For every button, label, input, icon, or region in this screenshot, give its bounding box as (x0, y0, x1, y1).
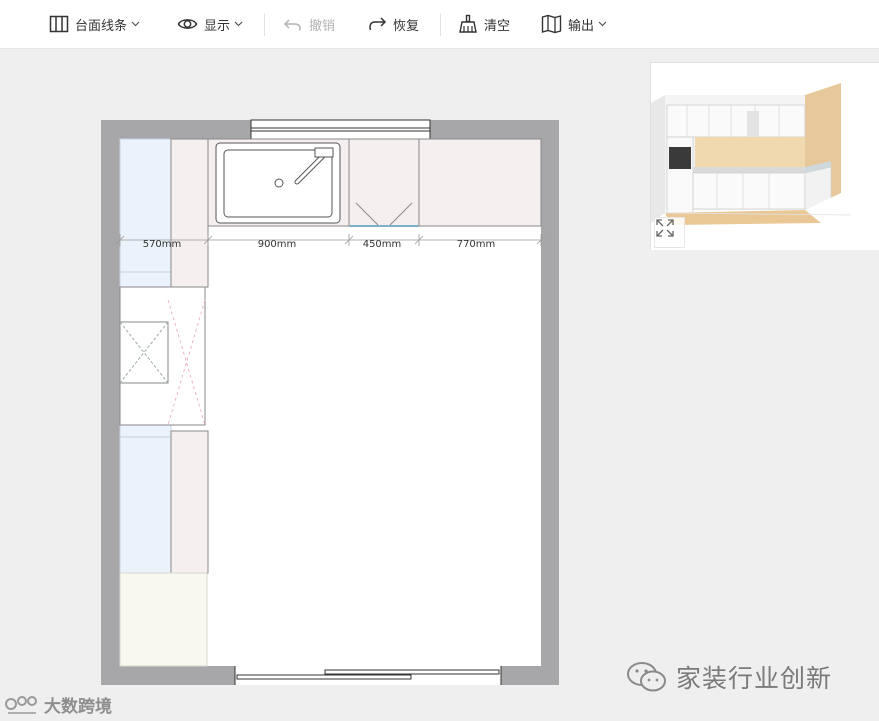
display-menu[interactable]: 显示 (177, 12, 243, 36)
undo-button[interactable]: 撤销 (283, 12, 335, 36)
wechat-watermark: 家装行业创新 (626, 658, 832, 696)
corner-cabinet[interactable] (119, 572, 208, 667)
toolbar-separator (264, 13, 265, 36)
sink[interactable] (215, 142, 341, 224)
redo-button[interactable]: 恢复 (367, 12, 419, 36)
broom-icon (459, 14, 477, 33)
watermark-left-text: 大数跨境 (44, 696, 112, 717)
door-bottom[interactable] (234, 666, 502, 685)
expand-preview-button[interactable] (654, 217, 685, 248)
dimension-label: 770mm (457, 239, 496, 250)
kitchen-design-app: 台面线条 显示 撤销 恢复 清空 输出 570mm 900mm 450mm 77… (0, 0, 879, 721)
undo-label: 撤销 (309, 18, 336, 34)
toolbar-separator (440, 13, 441, 36)
eye-icon (177, 19, 198, 29)
export-menu[interactable]: 输出 (541, 12, 607, 36)
chevron-down-icon (234, 21, 243, 27)
watermark-text: 家装行业创新 (676, 664, 833, 693)
clear-button[interactable]: 清空 (458, 12, 510, 36)
dimension-label: 450mm (363, 239, 402, 250)
dimension-label: 570mm (143, 239, 182, 250)
source-watermark: 大数跨境 (4, 690, 112, 718)
chevron-down-icon (131, 21, 140, 27)
expand-icon (656, 219, 674, 237)
kitchen-3d-render (651, 63, 879, 250)
redo-label: 恢复 (393, 18, 420, 34)
display-label: 显示 (204, 18, 231, 34)
book-open-icon (541, 14, 562, 34)
dimension-label: 900mm (258, 239, 297, 250)
wechat-icon (627, 662, 666, 692)
countertop-line-label: 台面线条 (75, 18, 128, 34)
export-label: 输出 (568, 18, 595, 34)
logo-icon (5, 696, 37, 714)
layout-columns-icon (49, 15, 69, 33)
chevron-down-icon (598, 21, 607, 27)
toolbar: 台面线条 显示 撤销 恢复 清空 输出 (0, 0, 879, 49)
countertop-line-menu[interactable]: 台面线条 (49, 12, 140, 36)
3d-preview-panel[interactable] (650, 62, 879, 250)
undo-icon (283, 19, 301, 31)
window-top[interactable] (250, 119, 431, 140)
clear-label: 清空 (484, 18, 511, 34)
redo-icon (369, 17, 387, 31)
appliance-cabinet[interactable] (119, 286, 206, 426)
